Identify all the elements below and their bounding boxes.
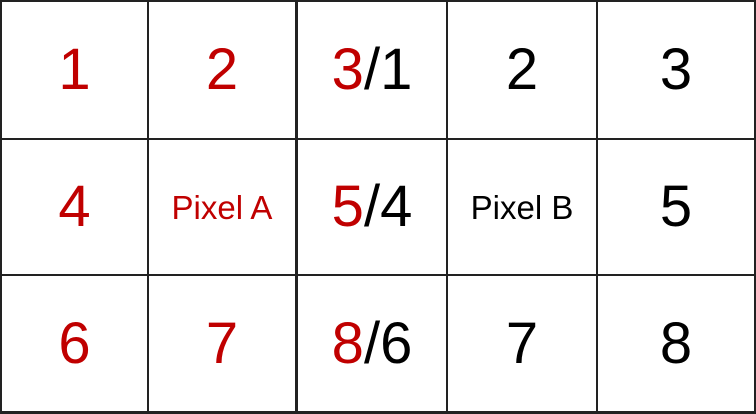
cell-r1-c1: Pixel A bbox=[149, 140, 295, 274]
neighbor-a-label: 6 bbox=[58, 310, 91, 376]
cell-r0-c1: 2 bbox=[149, 2, 295, 138]
cell-r2-c4: 8 bbox=[598, 276, 754, 411]
neighbor-b-label: 4 bbox=[380, 174, 413, 239]
separator-slash: / bbox=[363, 37, 381, 102]
cell-r0-c3: 2 bbox=[448, 2, 596, 138]
pixel-neighborhood-grid: 1 2 3/1 2 3 4 Pixel A 5/4 Pixel B 5 6 7 … bbox=[0, 0, 756, 414]
neighbor-a-label: 1 bbox=[58, 37, 91, 102]
neighbor-a-label: 2 bbox=[205, 37, 239, 102]
separator-slash: / bbox=[363, 310, 381, 376]
cell-r1-c2: 5/4 bbox=[298, 140, 446, 274]
neighbor-a-label: 8 bbox=[331, 310, 364, 376]
cell-r2-c0: 6 bbox=[2, 276, 147, 411]
cell-r2-c1: 7 bbox=[149, 276, 295, 411]
cell-r0-c2: 3/1 bbox=[298, 2, 446, 138]
neighbor-b-label: 2 bbox=[505, 37, 539, 102]
pixel-b-label: Pixel B bbox=[470, 188, 574, 226]
grid-vline-4 bbox=[596, 0, 598, 414]
cell-r2-c3: 7 bbox=[448, 276, 596, 411]
grid-hline-1 bbox=[0, 138, 756, 140]
grid-hline-2 bbox=[0, 274, 756, 276]
neighbor-b-label: 8 bbox=[659, 310, 693, 376]
neighbor-a-label: 3 bbox=[331, 37, 364, 102]
separator-slash: / bbox=[363, 174, 381, 239]
neighbor-a-label: 5 bbox=[331, 174, 364, 239]
neighbor-b-label: 7 bbox=[505, 310, 539, 376]
grid-vline-2-thick bbox=[295, 0, 298, 414]
grid-vline-1 bbox=[147, 0, 149, 414]
cell-r1-c4: 5 bbox=[598, 140, 754, 274]
cell-r1-c3: Pixel B bbox=[448, 140, 596, 274]
cell-r0-c4: 3 bbox=[598, 2, 754, 138]
cell-r0-c0: 1 bbox=[2, 2, 147, 138]
cell-r1-c0: 4 bbox=[2, 140, 147, 274]
grid-vline-3 bbox=[446, 0, 448, 414]
neighbor-b-label: 3 bbox=[659, 37, 693, 102]
neighbor-b-label: 1 bbox=[380, 37, 413, 102]
pixel-a-label: Pixel A bbox=[171, 188, 273, 226]
neighbor-b-label: 6 bbox=[380, 310, 413, 376]
neighbor-b-label: 5 bbox=[659, 174, 693, 239]
neighbor-a-label: 7 bbox=[205, 310, 239, 376]
grid-border-left bbox=[0, 0, 2, 414]
neighbor-a-label: 4 bbox=[58, 174, 91, 239]
cell-r2-c2: 8/6 bbox=[298, 276, 446, 411]
grid-border-top bbox=[0, 0, 756, 2]
